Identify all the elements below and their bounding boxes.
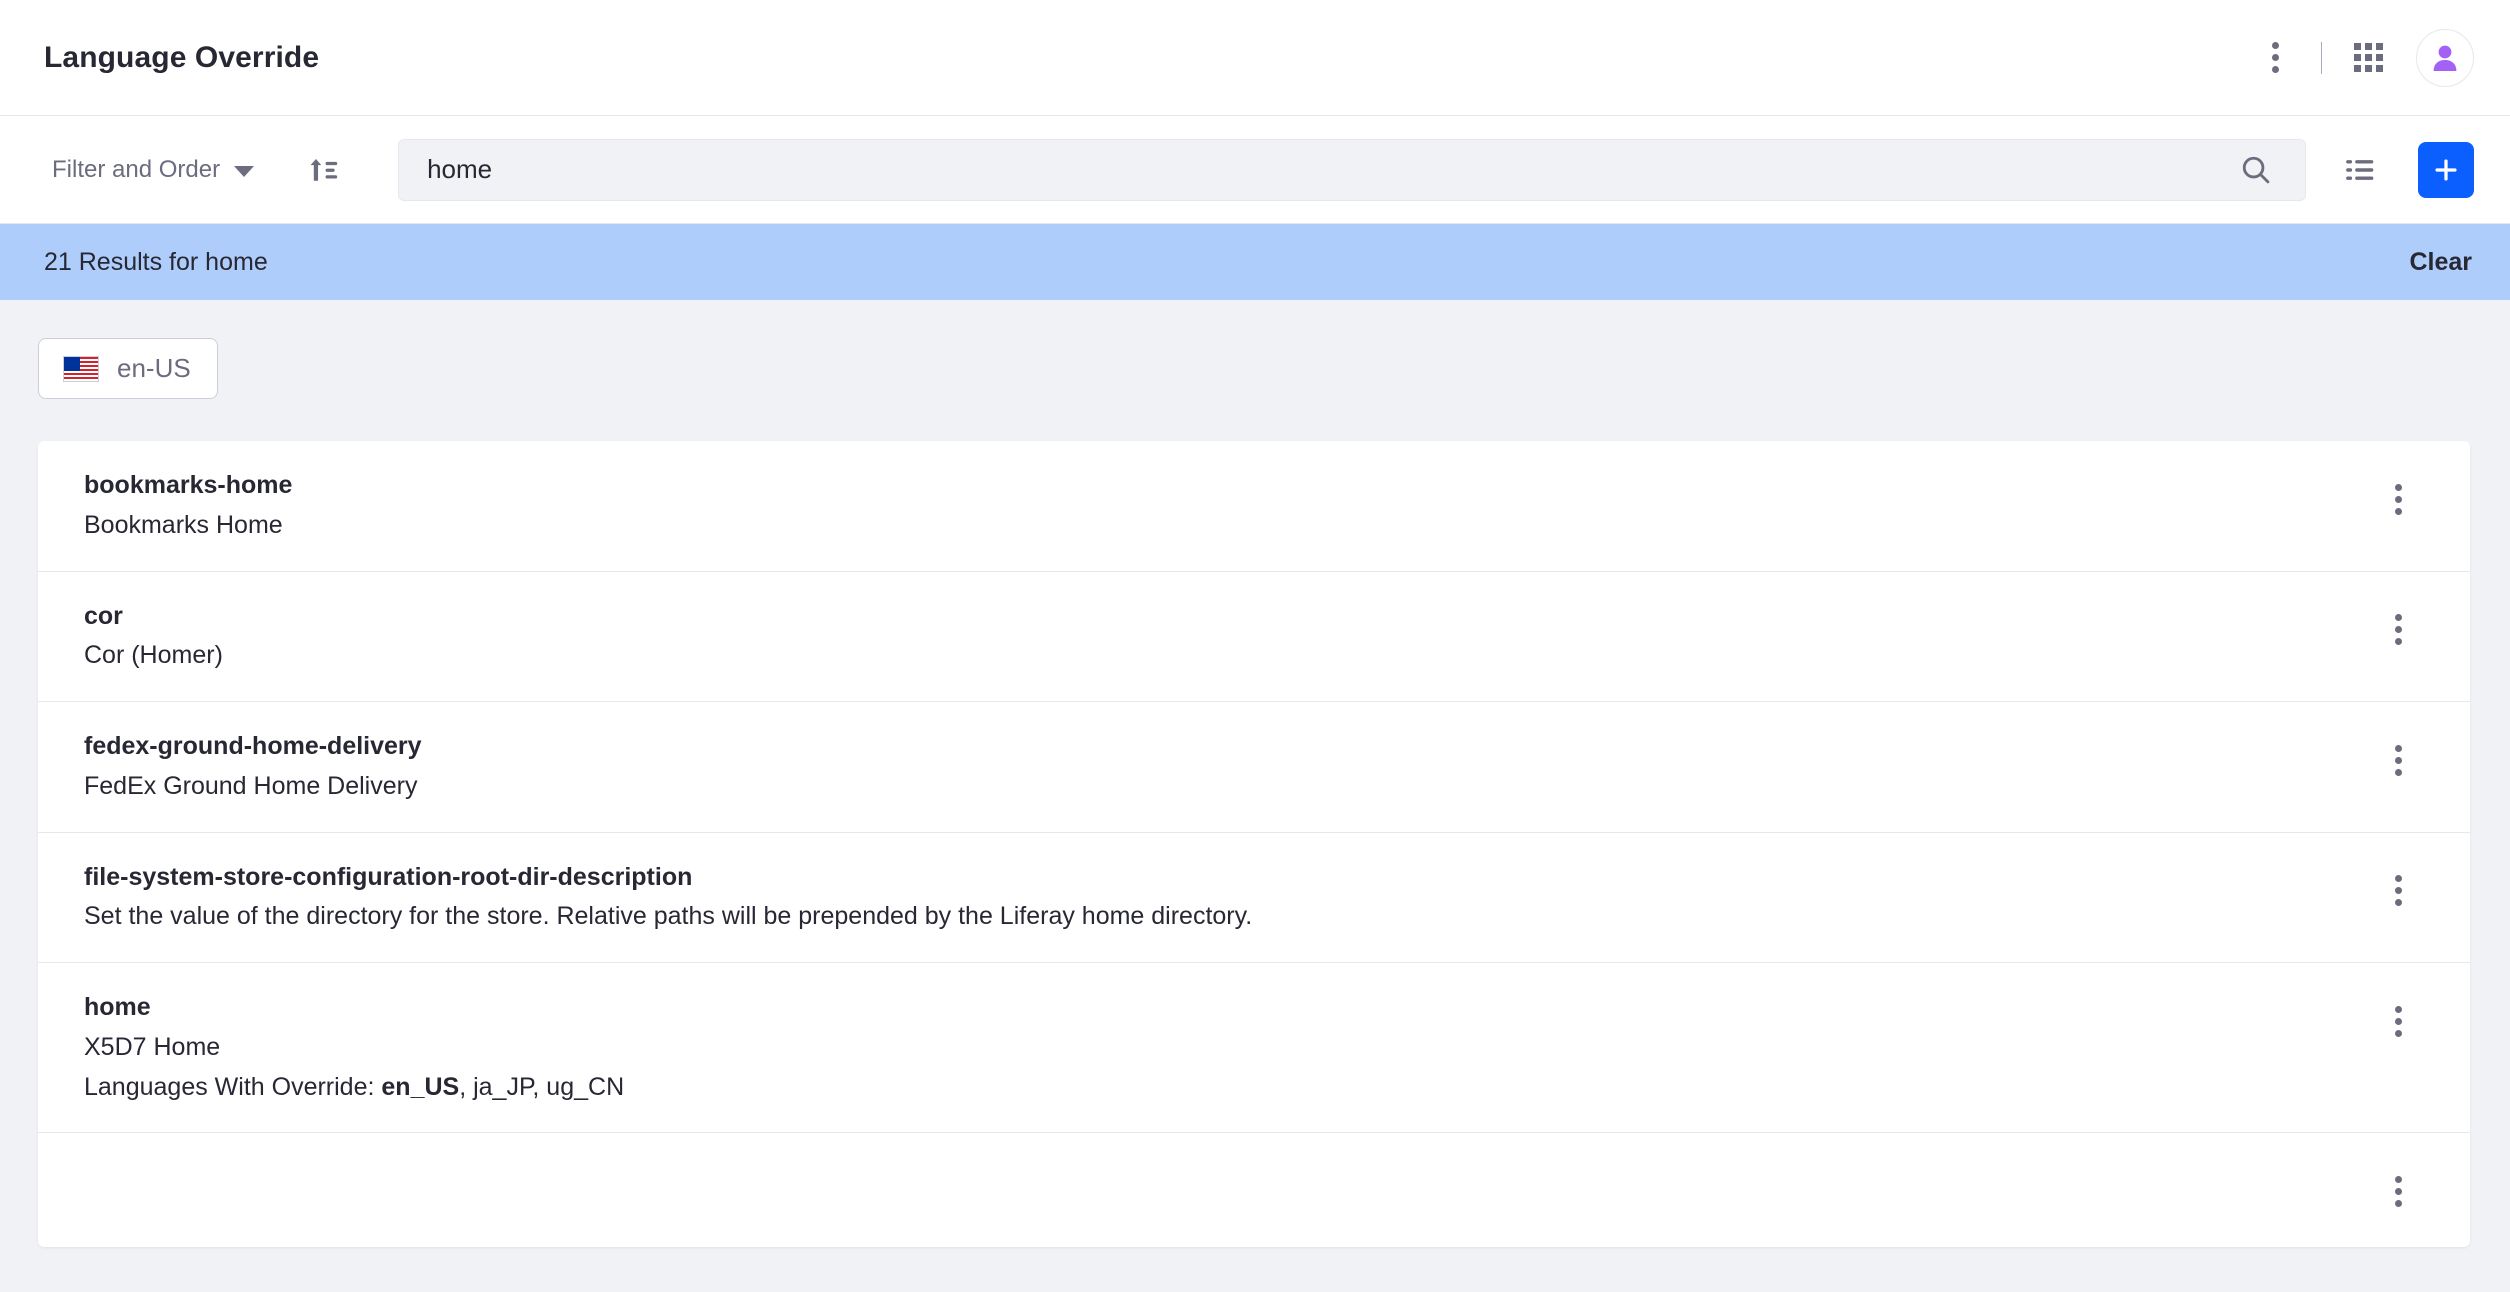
header-kebab-menu-button[interactable] [2243,26,2307,90]
row-content: cor Cor (Homer) [84,600,2370,674]
row-actions-button[interactable] [2370,1163,2426,1219]
sort-order-button[interactable] [294,139,356,201]
header-divider [2321,41,2322,74]
user-avatar-icon [2433,45,2457,71]
sort-ascending-icon [310,158,338,181]
toolbar: Filter and Order [0,116,2510,224]
user-avatar-button[interactable] [2416,28,2474,87]
app-header: Language Override [0,0,2510,116]
row-meta-prefix: Languages With Override: [84,1072,382,1101]
applications-menu-button[interactable] [2336,26,2400,90]
row-value: FedEx Ground Home Delivery [84,771,418,800]
row-languages-with-override: Languages With Override: en_US, ja_JP, u… [84,1071,2370,1105]
vertical-ellipsis-icon [2394,744,2402,776]
row-value: X5D7 Home [84,1032,221,1061]
results-count-label: 21 Results for home [44,247,268,276]
row-meta-suffix: , ja_JP, ug_CN [459,1072,625,1101]
us-flag-icon [63,355,99,382]
vertical-ellipsis-icon [2394,1005,2402,1037]
table-row[interactable]: bookmarks-home Bookmarks Home [38,441,2470,572]
vertical-ellipsis-icon [2271,42,2279,73]
search-input[interactable] [427,154,2233,185]
filter-and-order-dropdown[interactable]: Filter and Order [44,146,262,194]
locale-chip-label: en-US [117,353,191,383]
search-field-wrapper[interactable] [398,138,2306,201]
row-key: file-system-store-configuration-root-dir… [84,862,693,891]
table-row[interactable]: fedex-ground-home-delivery FedEx Ground … [38,702,2470,833]
row-actions-button[interactable] [2370,993,2426,1049]
vertical-ellipsis-icon [2394,875,2402,906]
filter-and-order-label: Filter and Order [52,155,221,183]
vertical-ellipsis-icon [2394,614,2402,645]
clear-search-link[interactable]: Clear [2409,248,2472,277]
chevron-down-icon [234,165,255,177]
table-row[interactable]: home X5D7 Home Languages With Override: … [38,963,2470,1134]
add-button[interactable] [2418,141,2474,198]
row-value: Bookmarks Home [84,510,283,539]
table-row[interactable]: cor Cor (Homer) [38,572,2470,702]
applications-grid-icon [2353,43,2383,72]
vertical-ellipsis-icon [2394,1175,2402,1207]
row-actions-button[interactable] [2370,732,2426,788]
row-content: file-system-store-configuration-root-dir… [84,861,2370,935]
row-meta-bold: en_US [381,1072,460,1101]
row-actions-button[interactable] [2370,602,2426,658]
content-area: en-US bookmarks-home Bookmarks Home cor … [0,300,2510,1248]
row-value: Set the value of the directory for the s… [84,902,1253,931]
header-actions [2243,26,2474,90]
row-actions-button[interactable] [2370,471,2426,527]
display-style-button[interactable] [2332,142,2388,198]
row-key: fedex-ground-home-delivery [84,732,422,760]
row-key: cor [84,601,123,630]
list-view-icon [2346,159,2374,180]
row-key: home [84,993,151,1021]
search-icon [2242,156,2270,183]
locale-chip-en-us[interactable]: en-US [38,338,218,399]
table-row[interactable]: file-system-store-configuration-root-dir… [38,833,2470,963]
plus-icon [2435,159,2457,180]
row-content: bookmarks-home Bookmarks Home [84,469,2370,543]
row-key: bookmarks-home [84,471,293,499]
search-submit-button[interactable] [2233,147,2279,193]
row-value: Cor (Homer) [84,641,223,670]
row-content: home X5D7 Home Languages With Override: … [84,991,2370,1104]
results-list-card: bookmarks-home Bookmarks Home cor Cor (H… [38,441,2470,1248]
table-row[interactable] [38,1133,2470,1247]
search-results-bar: 21 Results for home Clear [0,224,2510,300]
row-content: fedex-ground-home-delivery FedEx Ground … [84,730,2370,804]
page-title: Language Override [44,40,320,74]
row-actions-button[interactable] [2370,863,2426,919]
vertical-ellipsis-icon [2394,483,2402,515]
